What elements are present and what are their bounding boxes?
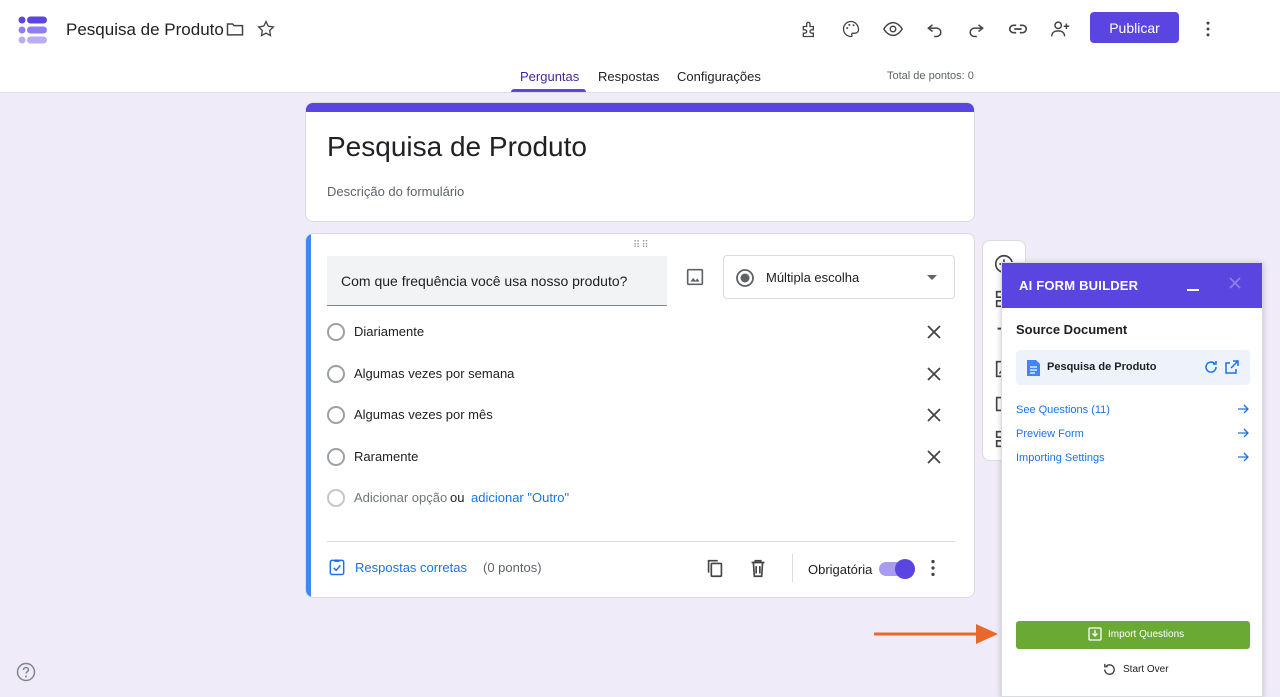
add-collaborator-icon[interactable] bbox=[1047, 16, 1073, 42]
link-label: Importing Settings bbox=[1016, 452, 1105, 464]
question-type-label: Múltipla escolha bbox=[766, 270, 860, 285]
close-icon[interactable] bbox=[1226, 274, 1244, 292]
help-icon[interactable] bbox=[16, 662, 36, 682]
remove-option-icon[interactable] bbox=[924, 447, 944, 467]
option-radio bbox=[327, 448, 345, 466]
question-text: Com que frequência você usa nosso produt… bbox=[341, 273, 628, 289]
form-title-card: Pesquisa de Produto Descrição do formulá… bbox=[305, 102, 975, 222]
minimize-icon[interactable] bbox=[1185, 277, 1201, 293]
refresh-icon[interactable] bbox=[1203, 359, 1219, 375]
add-image-icon[interactable] bbox=[684, 266, 706, 288]
importing-settings-link[interactable]: Importing Settings bbox=[1016, 450, 1250, 468]
required-label: Obrigatória bbox=[808, 562, 873, 577]
option-row: Algumas vezes por mês bbox=[327, 402, 957, 428]
publish-button[interactable]: Publicar bbox=[1090, 12, 1179, 43]
doc-icon bbox=[1027, 360, 1040, 376]
link-icon[interactable] bbox=[1005, 16, 1031, 42]
option-radio bbox=[327, 489, 345, 507]
remove-option-icon[interactable] bbox=[924, 364, 944, 384]
undo-icon[interactable] bbox=[922, 16, 948, 42]
remove-option-icon[interactable] bbox=[924, 405, 944, 425]
option-label[interactable]: Algumas vezes por semana bbox=[354, 366, 514, 381]
active-tab-indicator bbox=[511, 89, 586, 92]
remove-option-icon[interactable] bbox=[924, 322, 944, 342]
option-row: Raramente bbox=[327, 444, 957, 470]
question-text-field[interactable]: Com que frequência você usa nosso produt… bbox=[327, 256, 667, 306]
download-icon bbox=[1088, 627, 1102, 641]
preview-form-link[interactable]: Preview Form bbox=[1016, 426, 1250, 444]
link-label: Preview Form bbox=[1016, 428, 1084, 440]
restart-icon bbox=[1104, 663, 1115, 675]
answer-key-label: Respostas corretas bbox=[355, 560, 467, 575]
question-card[interactable]: ⠿⠿ Com que frequência você usa nosso pro… bbox=[305, 233, 975, 598]
addon-icon[interactable] bbox=[797, 16, 823, 42]
option-radio bbox=[327, 323, 345, 341]
arrow-right-icon bbox=[1238, 404, 1249, 414]
duplicate-icon[interactable] bbox=[704, 557, 726, 579]
arrow-right-icon bbox=[1238, 428, 1249, 438]
tab-bar: Perguntas Respostas Configurações Total … bbox=[0, 62, 1280, 93]
add-option-or: ou bbox=[450, 490, 465, 505]
more-vert-icon[interactable] bbox=[922, 557, 944, 579]
question-type-select[interactable]: Múltipla escolha bbox=[723, 255, 955, 299]
start-over-label: Start Over bbox=[1123, 664, 1169, 675]
tab-responses[interactable]: Respostas bbox=[598, 69, 659, 84]
start-over-button[interactable]: Start Over bbox=[1102, 662, 1172, 678]
option-radio bbox=[327, 365, 345, 383]
drag-handle-icon[interactable]: ⠿⠿ bbox=[633, 240, 650, 251]
delete-icon[interactable] bbox=[747, 557, 769, 579]
open-external-icon[interactable] bbox=[1224, 359, 1240, 375]
forms-logo-icon[interactable] bbox=[18, 15, 48, 45]
panel-title: AI FORM BUILDER bbox=[1019, 278, 1139, 293]
option-label[interactable]: Diariamente bbox=[354, 324, 424, 339]
app-header: Pesquisa de Produto Publicar Perguntas R… bbox=[0, 0, 1280, 93]
panel-header: AI FORM BUILDER bbox=[1002, 263, 1262, 308]
form-title[interactable]: Pesquisa de Produto bbox=[327, 131, 587, 163]
title-card-accent bbox=[306, 103, 974, 112]
add-option-link[interactable]: Adicionar opção bbox=[354, 490, 447, 505]
option-radio bbox=[327, 406, 345, 424]
option-row: Diariamente bbox=[327, 319, 957, 345]
source-document-name: Pesquisa de Produto bbox=[1047, 361, 1157, 373]
link-label: See Questions (11) bbox=[1016, 404, 1110, 416]
import-questions-label: Import Questions bbox=[1108, 629, 1185, 640]
ai-form-builder-panel: AI FORM BUILDER Source Document Pesquisa… bbox=[1001, 262, 1263, 697]
source-document-card[interactable]: Pesquisa de Produto bbox=[1016, 350, 1250, 385]
arrow-right-icon bbox=[1238, 452, 1249, 462]
dropdown-arrow-icon bbox=[927, 275, 937, 280]
radio-type-icon bbox=[736, 269, 754, 287]
required-toggle[interactable] bbox=[879, 559, 915, 579]
total-points: Total de pontos: 0 bbox=[887, 70, 974, 82]
pointer-arrow-icon bbox=[874, 624, 998, 644]
palette-icon[interactable] bbox=[838, 16, 864, 42]
import-questions-button[interactable]: Import Questions bbox=[1016, 621, 1250, 649]
option-label[interactable]: Algumas vezes por mês bbox=[354, 407, 493, 422]
document-title[interactable]: Pesquisa de Produto bbox=[66, 20, 224, 40]
answer-points: (0 pontos) bbox=[483, 560, 542, 575]
tab-questions[interactable]: Perguntas bbox=[520, 69, 579, 84]
more-vert-icon[interactable] bbox=[1195, 16, 1221, 42]
add-option-row: Adicionar opção ou adicionar "Outro" bbox=[327, 485, 957, 511]
redo-icon[interactable] bbox=[963, 16, 989, 42]
toggle-knob bbox=[895, 559, 915, 579]
footer-separator bbox=[792, 554, 793, 582]
source-document-heading: Source Document bbox=[1016, 322, 1128, 337]
preview-icon[interactable] bbox=[880, 16, 906, 42]
tab-settings[interactable]: Configurações bbox=[677, 69, 761, 84]
see-questions-link[interactable]: See Questions (11) bbox=[1016, 402, 1250, 420]
folder-icon[interactable] bbox=[222, 16, 248, 42]
footer-divider bbox=[327, 541, 955, 542]
star-icon[interactable] bbox=[253, 16, 279, 42]
form-description[interactable]: Descrição do formulário bbox=[327, 184, 464, 199]
active-question-indicator bbox=[306, 234, 311, 597]
add-other-link[interactable]: adicionar "Outro" bbox=[471, 490, 569, 505]
option-row: Algumas vezes por semana bbox=[327, 361, 957, 387]
answer-key-icon bbox=[329, 559, 345, 576]
option-label[interactable]: Raramente bbox=[354, 449, 418, 464]
